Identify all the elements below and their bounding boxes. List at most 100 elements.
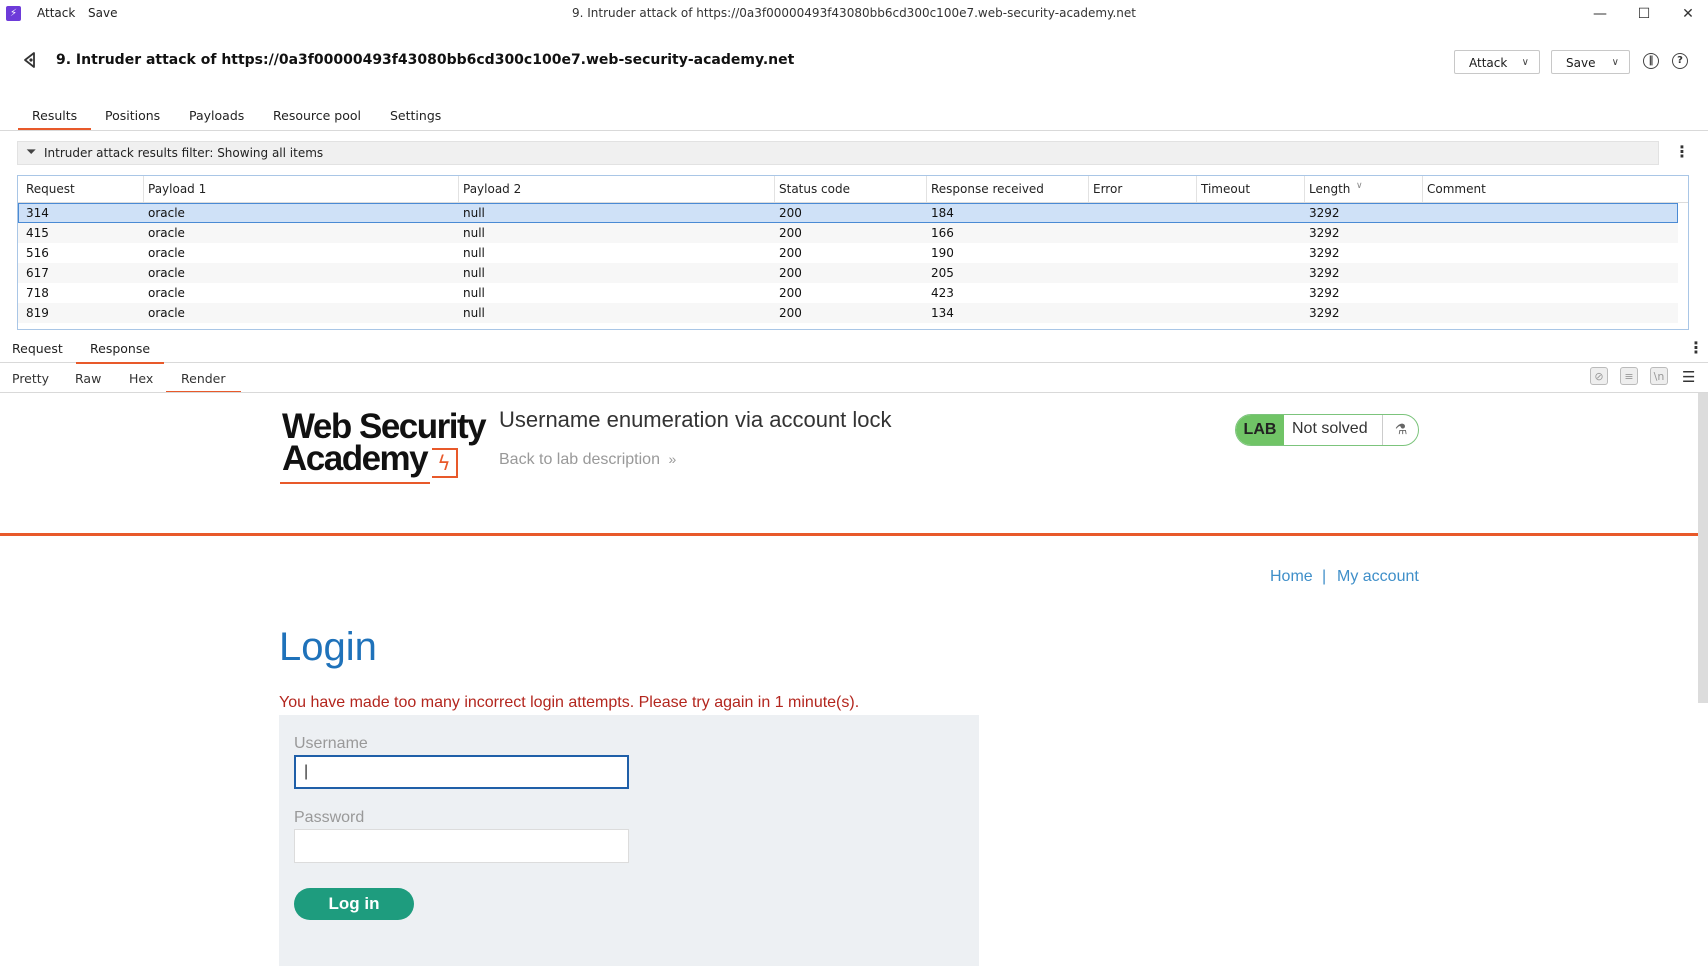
- view-tab-hex[interactable]: Hex: [129, 371, 153, 386]
- table-cell: oracle: [148, 206, 185, 220]
- table-header: Request Payload 1 Payload 2 Status code …: [18, 176, 1688, 203]
- table-cell: 3292: [1309, 286, 1340, 300]
- attack-title: 9. Intruder attack of https://0a3f000004…: [56, 52, 795, 68]
- lab-title: Username enumeration via account lock: [499, 407, 892, 432]
- table-row[interactable]: 718 oracle null 200 423 3292: [18, 283, 1678, 303]
- nav-home-link[interactable]: Home: [1270, 568, 1313, 586]
- table-cell: oracle: [148, 306, 185, 320]
- table-cell: 415: [26, 226, 49, 240]
- table-cell: null: [463, 226, 485, 240]
- table-row[interactable]: 415 oracle null 200 166 3292: [18, 223, 1678, 243]
- table-cell: 205: [931, 266, 954, 280]
- tab-resource-pool[interactable]: Resource pool: [273, 108, 361, 123]
- pause-icon[interactable]: ‖: [1643, 53, 1659, 69]
- column-divider: [1088, 176, 1089, 202]
- lab-status-widget: LAB Not solved ⚗: [1235, 414, 1419, 446]
- table-cell: oracle: [148, 266, 185, 280]
- nav-my-account-link[interactable]: My account: [1337, 568, 1419, 586]
- login-error-message: You have made too many incorrect login a…: [279, 694, 860, 711]
- attack-button-label: Attack: [1469, 56, 1508, 70]
- login-button[interactable]: Log in: [294, 888, 414, 920]
- table-row[interactable]: 314 oracle null 200 184 3292: [18, 203, 1678, 223]
- column-header-status-code[interactable]: Status code: [779, 182, 850, 196]
- table-cell: 617: [26, 266, 49, 280]
- help-icon[interactable]: ?: [1672, 53, 1688, 69]
- response-more-options-icon[interactable]: ⋮: [1688, 340, 1704, 356]
- attack-dropdown-button[interactable]: Attack ∨: [1454, 50, 1540, 74]
- intruder-back-icon[interactable]: [20, 50, 40, 70]
- column-header-error[interactable]: Error: [1093, 182, 1122, 196]
- save-dropdown-button[interactable]: Save ∨: [1551, 50, 1630, 74]
- header-separator: [0, 533, 1698, 536]
- tab-payloads[interactable]: Payloads: [189, 108, 244, 123]
- table-row[interactable]: 516 oracle null 200 190 3292: [18, 243, 1678, 263]
- table-cell: null: [463, 306, 485, 320]
- table-cell: 200: [779, 206, 802, 220]
- double-chevron-right-icon: »: [668, 451, 677, 467]
- save-button-label: Save: [1566, 56, 1596, 70]
- lab-badge: LAB: [1236, 415, 1284, 445]
- login-form: Username | Password Log in: [279, 715, 979, 966]
- column-header-comment[interactable]: Comment: [1427, 182, 1486, 196]
- column-header-payload1[interactable]: Payload 1: [148, 182, 206, 196]
- column-divider: [1304, 176, 1305, 202]
- table-cell: 3292: [1309, 206, 1340, 220]
- username-input[interactable]: |: [294, 755, 629, 789]
- view-tab-pretty[interactable]: Pretty: [12, 371, 49, 386]
- wrap-lines-icon[interactable]: ≡: [1620, 367, 1638, 385]
- tab-request[interactable]: Request: [12, 341, 63, 356]
- request-response-tabbar: Request Response ⋮: [0, 334, 1708, 364]
- results-filter-bar[interactable]: ⏷ Intruder attack results filter: Showin…: [17, 141, 1659, 165]
- tab-positions[interactable]: Positions: [105, 108, 160, 123]
- username-label: Username: [294, 735, 368, 752]
- table-cell: 423: [931, 286, 954, 300]
- hide-icon[interactable]: ⊘: [1590, 367, 1608, 385]
- password-label: Password: [294, 809, 365, 826]
- column-header-response-received[interactable]: Response received: [931, 182, 1044, 196]
- newline-icon[interactable]: \n: [1650, 367, 1668, 385]
- column-header-timeout[interactable]: Timeout: [1201, 182, 1250, 196]
- column-divider: [143, 176, 144, 202]
- column-header-request[interactable]: Request: [26, 182, 75, 196]
- table-cell: 718: [26, 286, 49, 300]
- view-tab-raw[interactable]: Raw: [75, 371, 101, 386]
- flask-icon: ⚗: [1382, 415, 1418, 445]
- filter-more-options-icon[interactable]: ⋮: [1674, 144, 1690, 160]
- lab-status-text: Not solved: [1292, 420, 1368, 437]
- logo-lightning-icon: ϟ: [432, 448, 458, 478]
- table-cell: 184: [931, 206, 954, 220]
- close-icon[interactable]: ✕: [1668, 2, 1708, 26]
- maximize-icon[interactable]: ☐: [1624, 2, 1664, 26]
- tab-response[interactable]: Response: [75, 341, 165, 364]
- view-tab-render[interactable]: Render: [166, 371, 240, 393]
- tab-divider: [0, 130, 1708, 131]
- table-cell: 819: [26, 306, 49, 320]
- column-header-payload2[interactable]: Payload 2: [463, 182, 521, 196]
- table-cell: 200: [779, 246, 802, 260]
- table-cell: null: [463, 206, 485, 220]
- hamburger-menu-icon[interactable]: ☰: [1682, 368, 1695, 386]
- table-cell: 3292: [1309, 306, 1340, 320]
- column-header-length[interactable]: Length: [1309, 182, 1350, 196]
- column-divider: [1422, 176, 1423, 202]
- chevron-down-icon: ∨: [1611, 57, 1619, 68]
- column-divider: [926, 176, 927, 202]
- column-divider: [774, 176, 775, 202]
- table-cell: null: [463, 266, 485, 280]
- table-cell: null: [463, 246, 485, 260]
- table-cell: null: [463, 286, 485, 300]
- minimize-icon[interactable]: —: [1580, 2, 1620, 26]
- table-row[interactable]: 617 oracle null 200 205 3292: [18, 263, 1678, 283]
- results-table[interactable]: Request Payload 1 Payload 2 Status code …: [17, 175, 1689, 330]
- render-scrollbar[interactable]: [1698, 393, 1708, 703]
- logo-text-line2: Academy: [282, 439, 429, 478]
- table-cell: 3292: [1309, 226, 1340, 240]
- table-cell: 200: [779, 226, 802, 240]
- rendered-response: Web Security Academy ϟ Username enumerat…: [0, 393, 1698, 966]
- back-to-lab-link[interactable]: Back to lab description »: [499, 451, 676, 469]
- login-heading: Login: [279, 625, 377, 669]
- password-input[interactable]: [294, 829, 629, 863]
- tab-settings[interactable]: Settings: [390, 108, 441, 123]
- table-row[interactable]: 819 oracle null 200 134 3292: [18, 303, 1678, 323]
- tab-results[interactable]: Results: [17, 108, 92, 130]
